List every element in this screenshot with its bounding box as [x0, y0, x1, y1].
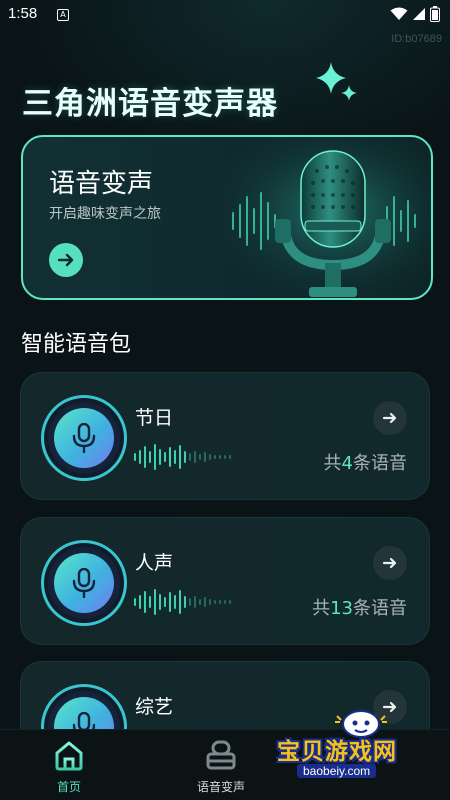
voice-pack-avatar: [41, 540, 127, 626]
banner-subtitle: 开启趣味变声之旅: [49, 206, 161, 222]
arrow-right-icon: [57, 253, 74, 267]
waveform-icon: [134, 589, 231, 615]
voice-count: 共13条语音: [312, 598, 407, 619]
nav-item-voice-change[interactable]: 语音变声: [197, 738, 245, 795]
status-bar: 1:58 A: [0, 0, 450, 30]
sparkle-small-icon: [341, 85, 357, 101]
notification-icon: A: [57, 9, 69, 21]
banner-arrow-button[interactable]: [49, 243, 83, 277]
nav-label-voice-change: 语音变声: [197, 780, 246, 794]
system-icons: [390, 6, 440, 22]
voice-change-banner[interactable]: 语音变声 开启趣味变声之旅: [21, 135, 433, 300]
home-icon: [55, 741, 83, 771]
signal-icon: [413, 8, 425, 20]
microphone-icon: [72, 568, 96, 598]
microphone-icon: [72, 423, 96, 453]
battery-icon: [430, 6, 440, 22]
banner-title: 语音变声: [49, 169, 154, 199]
nav-item-home[interactable]: 首页: [52, 738, 86, 795]
section-title: 智能语音包: [21, 332, 132, 357]
user-id-label: ID:b07689: [391, 33, 442, 45]
voice-pack-card[interactable]: 节日 共4条语音: [20, 372, 430, 500]
card-arrow-button[interactable]: [373, 401, 407, 435]
card-arrow-button[interactable]: [373, 546, 407, 580]
arrow-right-icon: [382, 557, 397, 569]
nav-label-home: 首页: [56, 780, 81, 794]
voice-count: 共4条语音: [323, 453, 407, 474]
watermark: 宝贝游戏网 baobeiy.com: [275, 708, 445, 798]
arrow-right-icon: [382, 412, 397, 424]
voice-change-icon: [206, 740, 236, 770]
watermark-text: 宝贝游戏网: [277, 739, 397, 765]
status-time: 1:58: [8, 5, 38, 22]
app-title: 三角洲语音变声器: [22, 86, 278, 122]
wifi-icon: [390, 7, 408, 20]
voice-pack-name: 人声: [135, 552, 174, 574]
app-screen: 1:58 A ID:b07689 三角洲语音变声器 语音变声 开启趣味变声之旅 …: [0, 0, 450, 800]
voice-pack-avatar: [41, 395, 127, 481]
voice-pack-name: 综艺: [135, 696, 174, 718]
watermark-url: baobeiy.com: [297, 764, 377, 778]
waveform-icon: [134, 444, 231, 470]
microphone-illustration: [213, 137, 431, 298]
voice-pack-card[interactable]: 人声 共13条语音: [20, 517, 430, 645]
voice-pack-name: 节日: [135, 407, 174, 429]
